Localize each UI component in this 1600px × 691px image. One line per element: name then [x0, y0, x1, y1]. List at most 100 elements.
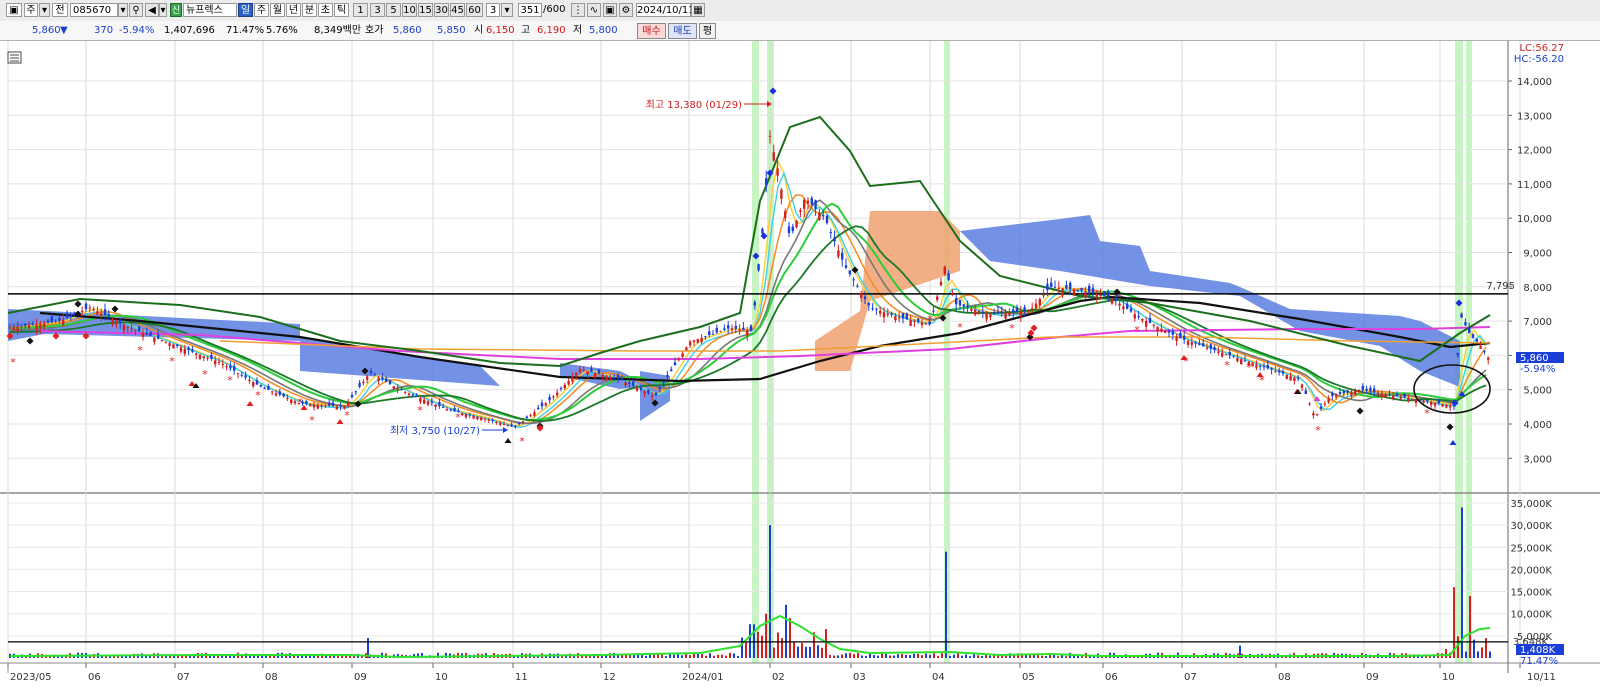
code-dropdown-icon[interactable]: ▾: [118, 3, 128, 17]
volume-bar: [737, 655, 739, 658]
speaker-dropdown-icon[interactable]: ▾: [159, 3, 167, 17]
candle: [240, 374, 243, 376]
volume-bar: [973, 654, 975, 658]
stock-name[interactable]: 뉴프렉스: [183, 3, 237, 17]
minute-tab[interactable]: 5: [386, 3, 401, 17]
settings-icon[interactable]: ⋮: [571, 3, 585, 17]
period-tab[interactable]: 일: [238, 3, 253, 17]
minute-tab[interactable]: 60: [466, 3, 483, 17]
volume-bar: [893, 655, 895, 658]
period-tab[interactable]: 초: [318, 3, 333, 17]
candle: [833, 237, 836, 242]
candle: [696, 339, 699, 343]
window-icon[interactable]: ▣: [6, 3, 22, 17]
candle: [784, 211, 787, 218]
minute-dropdown-icon[interactable]: ▾: [501, 3, 513, 17]
candle: [1338, 391, 1342, 395]
minute-tab[interactable]: 10: [402, 3, 417, 17]
period-tab[interactable]: 틱: [334, 3, 349, 17]
candle: [1224, 354, 1228, 356]
candle: [605, 375, 608, 380]
sell-button[interactable]: 매도: [668, 23, 697, 39]
volume-bar: [785, 604, 787, 658]
minute-tab[interactable]: 15: [418, 3, 433, 17]
price-tick-label: 5,000: [1523, 386, 1552, 397]
candle: [328, 402, 331, 406]
volume-bar: [781, 638, 783, 658]
flat-button[interactable]: 평: [699, 23, 716, 39]
candle: [1289, 376, 1292, 381]
candle: [198, 354, 202, 359]
minute-tab[interactable]: 45: [450, 3, 465, 17]
signal-star: *: [417, 404, 423, 417]
candle: [1475, 338, 1478, 342]
candle: [1297, 377, 1300, 379]
candle: [529, 415, 532, 417]
volume-bar: [685, 653, 687, 658]
date-input[interactable]: 2024/10/11: [636, 3, 695, 17]
calendar-icon[interactable]: ▦: [691, 3, 705, 17]
tab-all-selector[interactable]: 전: [52, 3, 68, 17]
price-tick-label: 10,000: [1517, 214, 1552, 225]
minute-tab[interactable]: 1: [353, 3, 368, 17]
period-tab[interactable]: 월: [270, 3, 285, 17]
candle: [1304, 390, 1307, 394]
candle: [1323, 403, 1326, 405]
tab-period-selector[interactable]: 주: [24, 3, 38, 17]
candle: [369, 370, 373, 374]
signal-star: *: [957, 321, 963, 334]
speaker-icon[interactable]: ◀: [145, 3, 159, 17]
current-price: 5,860: [32, 25, 61, 36]
volume-bar: [981, 656, 983, 658]
low-label: 저: [573, 25, 583, 36]
candle: [575, 373, 578, 376]
trade-amount: 8,349백만: [314, 25, 362, 36]
candle: [1464, 322, 1467, 326]
candle: [1019, 311, 1022, 317]
search-icon[interactable]: ⚲: [129, 3, 143, 17]
candle: [202, 356, 205, 359]
candle: [772, 152, 775, 161]
candle: [1065, 284, 1068, 289]
candle: [1433, 402, 1437, 406]
volume-bar: [749, 624, 751, 658]
volume-tick-label: 30,000K: [1510, 521, 1552, 532]
credit-badge: 신: [170, 3, 182, 17]
candle: [1152, 324, 1155, 326]
lc-label: LC:56.27: [1519, 43, 1564, 54]
gear-icon[interactable]: ⚙: [619, 3, 633, 17]
period-tab[interactable]: 년: [286, 3, 301, 17]
chevron-down-icon[interactable]: ▾: [39, 3, 50, 17]
period-tab[interactable]: 주: [254, 3, 269, 17]
stock-chart[interactable]: **** **** * ***** * ** * **** 14,00013,00012,00…: [0, 41, 1600, 691]
minute-tab[interactable]: 30: [434, 3, 449, 17]
count-input[interactable]: 351: [518, 3, 542, 17]
period-tab[interactable]: 분: [302, 3, 317, 17]
candle: [776, 168, 779, 176]
volume-bar: [909, 655, 911, 658]
candle: [658, 387, 661, 390]
volume-tick-label: 15,000K: [1510, 588, 1552, 599]
date-label: 07: [177, 672, 190, 683]
save-icon[interactable]: ▣: [603, 3, 617, 17]
candle: [1228, 351, 1231, 356]
candle: [556, 392, 559, 396]
volume-bar: [889, 655, 891, 658]
date-label: 2024/01: [682, 672, 724, 683]
minute-select[interactable]: 3: [486, 3, 500, 17]
volume-bar: [273, 655, 275, 658]
minute-tab[interactable]: 3: [370, 3, 385, 17]
candle: [1194, 342, 1197, 344]
stock-code-input[interactable]: 085670: [70, 3, 118, 17]
candle: [708, 331, 711, 336]
candle: [886, 313, 889, 315]
chart-line-icon[interactable]: ∿: [587, 3, 601, 17]
candle: [913, 320, 916, 322]
candle: [350, 394, 354, 398]
buy-button[interactable]: 매수: [637, 23, 666, 39]
candle: [438, 402, 441, 406]
volume-bar: [709, 653, 711, 658]
candle: [1061, 288, 1064, 295]
volume-bar: [765, 613, 767, 658]
candle: [100, 313, 103, 316]
